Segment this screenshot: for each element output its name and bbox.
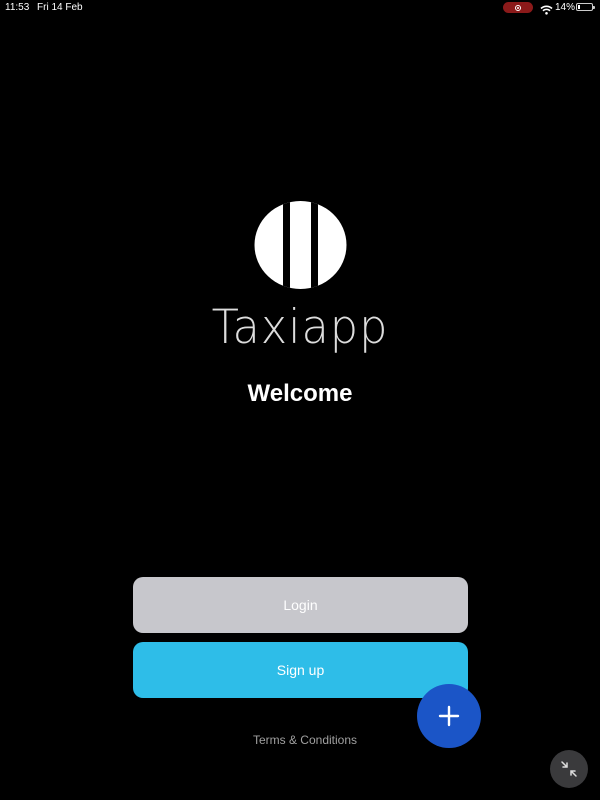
wifi-icon [540, 2, 553, 20]
add-button[interactable] [417, 684, 481, 748]
brand-name: Taxiapp [211, 300, 389, 355]
status-bar: 11:53 Fri 14 Feb 14% [0, 0, 600, 16]
record-icon[interactable] [503, 2, 533, 13]
signup-button[interactable]: Sign up [133, 642, 468, 698]
welcome-heading: Welcome [247, 380, 353, 407]
taxiapp-logo-icon [253, 200, 348, 290]
battery-icon [576, 3, 595, 11]
status-date: Fri 14 Feb [37, 2, 83, 13]
terms-conditions-link[interactable]: Terms & Conditions [0, 733, 600, 747]
battery-percent: 14% [555, 2, 576, 13]
collapse-button[interactable] [550, 750, 588, 788]
collapse-arrows-icon [561, 761, 577, 777]
plus-icon [438, 705, 460, 727]
status-time: 11:53 [5, 2, 30, 13]
login-button[interactable]: Login [133, 577, 468, 633]
